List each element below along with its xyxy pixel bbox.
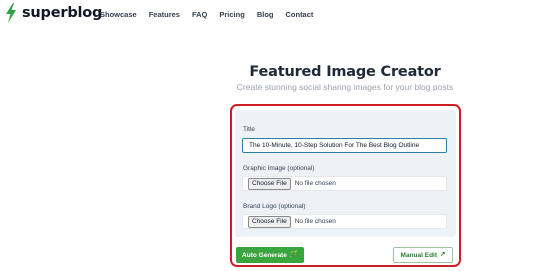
nav-item-contact[interactable]: Contact [285,10,313,19]
page-title: Featured Image Creator [249,64,441,80]
graphic-image-field: Choose File No file chosen [242,176,447,191]
nav-item-features[interactable]: Features [149,10,180,19]
auto-generate-label: Auto Generate [242,251,287,259]
nav-item-faq[interactable]: FAQ [192,10,207,19]
nav-item-blog[interactable]: Blog [257,10,274,19]
brand-logo-label: Brand Logo (optional) [243,203,306,210]
brand-logo[interactable]: superblog [5,3,102,23]
graphic-choose-file-button[interactable]: Choose File [248,177,291,190]
magic-wand-icon: 🪄 [289,250,298,258]
logo-file-status: No file chosen [294,218,336,225]
auto-generate-button[interactable]: Auto Generate 🪄 [236,247,304,263]
graphic-file-status: No file chosen [294,180,336,187]
graphic-image-label: Graphic Image (optional) [243,165,315,172]
manual-edit-label: Manual Edit [400,251,438,259]
page-subtitle: Create stunning social sharing images fo… [236,82,454,92]
top-nav: superblog Showcase Features FAQ Pricing … [0,0,550,30]
brand-logo-field: Choose File No file chosen [242,214,447,229]
brand-name: superblog [22,5,103,21]
title-label: Title [243,126,256,133]
nav-item-pricing[interactable]: Pricing [219,10,244,19]
nav-item-showcase[interactable]: Showcase [100,10,137,19]
manual-edit-button[interactable]: Manual Edit ↗ [393,247,453,263]
title-input[interactable]: The 10-Minute, 10-Step Solution For The … [242,138,447,153]
logo-choose-file-button[interactable]: Choose File [248,215,291,228]
lightning-bolt-icon [6,3,16,23]
nav-links: Showcase Features FAQ Pricing Blog Conta… [100,10,325,19]
external-link-arrow-icon: ↗ [440,250,446,258]
